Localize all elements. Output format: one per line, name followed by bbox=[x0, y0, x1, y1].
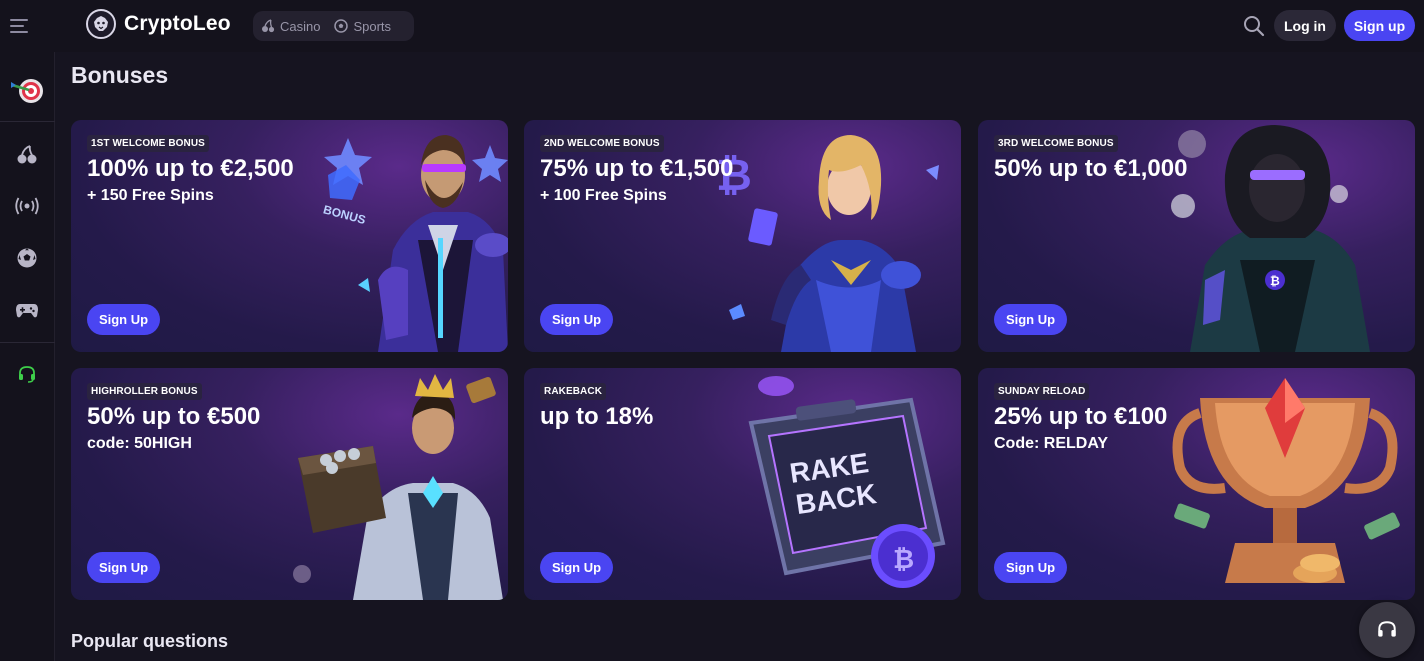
bonus-card[interactable]: HIGHROLLER BONUS 50% up to €500 code: 50… bbox=[71, 368, 508, 600]
bonus-signup-button[interactable]: Sign Up bbox=[540, 552, 613, 583]
cherries-icon bbox=[262, 19, 275, 33]
bonus-card[interactable]: SUNDAY RELOAD 25% up to €100 Code: RELDA… bbox=[978, 368, 1415, 600]
bonus-card[interactable]: RAKE BACK ₿ RAKEBACK up to 18% Sign Up bbox=[524, 368, 961, 600]
svg-text:₿: ₿ bbox=[1270, 274, 1280, 288]
nav-sports-label: Sports bbox=[353, 18, 392, 34]
menu-icon[interactable] bbox=[10, 14, 36, 38]
live-broadcast-icon[interactable] bbox=[8, 187, 46, 225]
bonus-card[interactable]: ₿ 3RD WELCOME BONUS 50% up to €1,000 Sig… bbox=[978, 120, 1415, 352]
hero-character-art: BONUS bbox=[322, 135, 508, 352]
bonus-signup-button[interactable]: Sign Up bbox=[87, 552, 160, 583]
nav-casino-label: Casino bbox=[280, 18, 321, 34]
lion-character-art: ₿ bbox=[1171, 125, 1370, 352]
lion-logo-icon bbox=[86, 9, 116, 39]
bonus-title: 50% up to €500 bbox=[87, 403, 261, 430]
bonus-badge: 1ST WELCOME BONUS bbox=[87, 135, 209, 152]
bonus-title: 100% up to €2,500 bbox=[87, 155, 294, 182]
svg-text:BONUS: BONUS bbox=[322, 202, 367, 227]
support-chat-button[interactable] bbox=[1359, 602, 1415, 658]
bonus-signup-button[interactable]: Sign Up bbox=[994, 552, 1067, 583]
bonus-badge: RAKEBACK bbox=[540, 383, 607, 400]
nav-sports[interactable]: Sports bbox=[334, 19, 391, 34]
highroller-character-art bbox=[293, 374, 503, 600]
bonus-signup-button[interactable]: Sign Up bbox=[540, 304, 613, 335]
soccer-ball-icon bbox=[334, 19, 349, 33]
dart-target-icon[interactable] bbox=[8, 70, 46, 108]
main-nav: Casino Sports bbox=[253, 11, 414, 41]
cherries-icon[interactable] bbox=[8, 135, 46, 173]
bonus-card[interactable]: BONUS 1ST WELCOME BONUS 100% up to €2,50… bbox=[71, 120, 508, 352]
bonus-badge: SUNDAY RELOAD bbox=[994, 383, 1090, 400]
rakeback-chest-art: RAKE BACK ₿ bbox=[748, 376, 946, 588]
brand-logo[interactable]: CryptoLeo bbox=[86, 9, 231, 39]
top-bar: CryptoLeo Casino Sports Log in Sign up bbox=[0, 0, 1424, 52]
sidebar-divider bbox=[0, 121, 55, 122]
brand-name: CryptoLeo bbox=[124, 12, 231, 35]
nav-casino[interactable]: Casino bbox=[261, 19, 320, 34]
page-title: Bonuses bbox=[71, 62, 169, 88]
bonus-badge: 3RD WELCOME BONUS bbox=[994, 135, 1118, 152]
bonus-badge: 2ND WELCOME BONUS bbox=[540, 135, 664, 152]
headset-icon bbox=[1378, 621, 1396, 637]
bonus-title: 25% up to €100 bbox=[994, 403, 1168, 430]
bonus-title: up to 18% bbox=[540, 403, 654, 430]
bonus-subtitle: Code: RELDAY bbox=[994, 435, 1109, 452]
sidebar-divider bbox=[0, 342, 55, 343]
svg-text:₿: ₿ bbox=[893, 544, 914, 574]
bonus-signup-button[interactable]: Sign Up bbox=[994, 304, 1067, 335]
gamepad-icon[interactable] bbox=[8, 291, 46, 329]
trophy-art bbox=[1172, 378, 1400, 583]
sidebar bbox=[0, 52, 55, 661]
headset-icon[interactable] bbox=[8, 355, 46, 393]
bonus-badge: HIGHROLLER BONUS bbox=[87, 383, 202, 400]
heroine-character-art: ₿ bbox=[716, 135, 939, 352]
signup-button[interactable]: Sign up bbox=[1344, 10, 1415, 41]
soccer-ball-icon[interactable] bbox=[8, 239, 46, 277]
bonus-subtitle: + 100 Free Spins bbox=[540, 187, 667, 204]
bonus-subtitle: + 150 Free Spins bbox=[87, 187, 214, 204]
section-title: Popular questions bbox=[71, 631, 229, 651]
bonus-title: 50% up to €1,000 bbox=[994, 155, 1188, 182]
search-icon[interactable] bbox=[1242, 14, 1266, 38]
bonus-card[interactable]: ₿ 2ND WELCOME BONUS 75% up to €1,500 + 1… bbox=[524, 120, 961, 352]
bonus-subtitle: code: 50HIGH bbox=[87, 435, 192, 452]
login-button[interactable]: Log in bbox=[1274, 10, 1336, 41]
bonus-signup-button[interactable]: Sign Up bbox=[87, 304, 160, 335]
bonus-title: 75% up to €1,500 bbox=[540, 155, 734, 182]
